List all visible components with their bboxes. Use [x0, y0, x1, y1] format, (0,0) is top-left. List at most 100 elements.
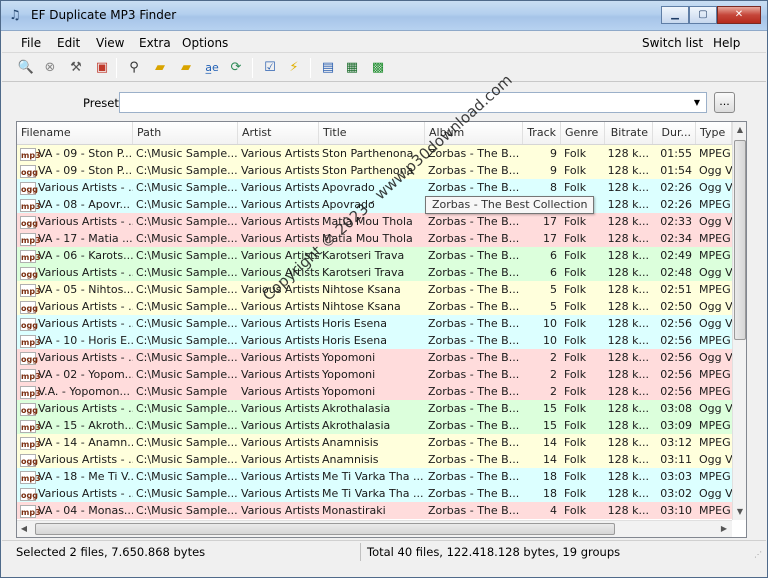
table-row[interactable]: mp3VA - 04 - Monas... C:\Music Sample... V… [17, 502, 732, 519]
column-header-path[interactable]: Path [133, 122, 238, 144]
cell-genre: Folk [564, 402, 587, 415]
menu-help[interactable]: Help [713, 36, 740, 50]
document-icon[interactable]: ▤ [318, 58, 338, 78]
search-icon[interactable]: 🔍 [16, 58, 36, 78]
hammer-icon[interactable]: ⚒ [66, 58, 86, 78]
table-row[interactable]: mp3VA - 02 - Yopom... C:\Music Sample... V… [17, 366, 732, 383]
table-row[interactable]: oggVA - 09 - Ston P... C:\Music Sample...… [17, 162, 732, 179]
column-header-bitrate[interactable]: Bitrate [605, 122, 653, 144]
table-row[interactable]: oggVarious Artists - ... C:\Music Sample.… [17, 213, 732, 230]
column-header-title[interactable]: Title [319, 122, 425, 144]
cell-album: Zorbas - The B... [428, 487, 520, 500]
filename-text: Various Artists - ... [38, 215, 133, 228]
scroll-thumb[interactable] [734, 140, 746, 340]
binoculars-icon[interactable]: ⚲ [124, 58, 144, 78]
table-row[interactable]: mp3V.A. - Yopomon... C:\Music Sample Vario… [17, 383, 732, 400]
lightning-icon[interactable]: ⚡ [284, 58, 304, 78]
ogg-file-icon: ogg [20, 300, 38, 314]
table-row[interactable]: oggVarious Artists - ... C:\Music Sample.… [17, 264, 732, 281]
cell-filename: mp3VA - 06 - Karots... [17, 247, 133, 264]
table-row[interactable]: mp3VA - 05 - Nihtos... C:\Music Sample...… [17, 281, 732, 298]
column-header-filename[interactable]: Filename [17, 122, 133, 144]
cell-path: C:\Music Sample... [136, 147, 238, 160]
menu-options[interactable]: Options [182, 36, 228, 50]
checklist-icon[interactable]: ☑ [260, 58, 280, 78]
close-button[interactable]: ✕ [717, 6, 761, 24]
cell-album: Zorbas - The B... [428, 266, 520, 279]
cell-duration: 01:54 [660, 164, 692, 177]
menu-switch-list[interactable]: Switch list [642, 36, 703, 50]
cell-duration: 02:26 [660, 198, 692, 211]
column-header-genre[interactable]: Genre [561, 122, 605, 144]
filename-text: VA - 15 - Akroth... [38, 419, 133, 432]
cell-duration: 03:09 [660, 419, 692, 432]
scroll-right-icon[interactable]: ▶ [717, 521, 731, 537]
cell-duration: 02:50 [660, 300, 692, 313]
scroll-thumb[interactable] [35, 523, 615, 535]
cell-type: MPEG [699, 419, 731, 432]
scroll-left-icon[interactable]: ◀ [17, 521, 31, 537]
cell-duration: 03:10 [660, 504, 692, 517]
horizontal-scrollbar[interactable]: ◀ ▶ [17, 520, 732, 537]
save-icon[interactable]: ▩ [368, 58, 388, 78]
cell-album: Zorbas - The B... [428, 164, 520, 177]
folder-add-icon[interactable]: ▰ [176, 58, 196, 78]
cell-album: Zorbas - The B... [428, 181, 520, 194]
ogg-file-icon: ogg [20, 351, 38, 365]
export-icon[interactable]: ▦ [342, 58, 362, 78]
title-bar[interactable]: ♫ EF Duplicate MP3 Finder ▁ ▢ ✕ [1, 1, 767, 31]
cell-album: Zorbas - The B... [428, 470, 520, 483]
table-row[interactable]: oggVarious Artists - ... C:\Music Sample.… [17, 485, 732, 502]
table-row[interactable]: mp3VA - 14 - Anamn... C:\Music Sample... V… [17, 434, 732, 451]
resize-grip-icon[interactable]: ⋰ [754, 550, 764, 560]
vertical-scrollbar[interactable]: ▲ ▼ [732, 122, 746, 520]
chevron-down-icon[interactable]: ▼ [690, 95, 704, 110]
table-row[interactable]: oggVarious Artists - ... C:\Music Sample.… [17, 400, 732, 417]
cell-type: MPEG [699, 232, 731, 245]
table-row[interactable]: oggVarious Artists - ... C:\Music Sample.… [17, 298, 732, 315]
preset-select[interactable]: ▼ [119, 92, 707, 113]
cell-album: Zorbas - The B... [428, 504, 520, 517]
folder-open-icon[interactable]: ▰ [150, 58, 170, 78]
cell-genre: Folk [564, 351, 587, 364]
column-header-track[interactable]: Track [523, 122, 561, 144]
scroll-up-icon[interactable]: ▲ [733, 122, 746, 138]
scroll-down-icon[interactable]: ▼ [733, 504, 746, 520]
cell-title: Yopomoni [322, 385, 376, 398]
preset-label: Preset [83, 96, 119, 110]
stop-icon[interactable]: ⊗ [40, 58, 60, 78]
menu-file[interactable]: File [21, 36, 41, 50]
table-row[interactable]: mp3VA - 18 - Me Ti V... C:\Music Sample..… [17, 468, 732, 485]
maximize-button[interactable]: ▢ [689, 6, 717, 24]
cell-path: C:\Music Sample... [136, 504, 238, 517]
menu-edit[interactable]: Edit [57, 36, 80, 50]
menu-extra[interactable]: Extra [139, 36, 171, 50]
table-row[interactable]: mp3VA - 10 - Horis E... C:\Music Sample..… [17, 332, 732, 349]
cell-title: Akrothalasia [322, 402, 391, 415]
table-row[interactable]: oggVarious Artists - ... C:\Music Sample.… [17, 451, 732, 468]
minimize-button[interactable]: ▁ [661, 6, 689, 24]
table-row[interactable]: mp3VA - 17 - Matia ... C:\Music Sample...… [17, 230, 732, 247]
preset-browse-button[interactable]: ... [714, 92, 735, 113]
cell-album: Zorbas - The B... [428, 317, 520, 330]
mp3-file-icon: mp3 [20, 385, 41, 399]
table-row[interactable]: mp3VA - 06 - Karots... C:\Music Sample...… [17, 247, 732, 264]
table-row[interactable]: mp3VA - 09 - Ston P... C:\Music Sample...… [17, 145, 732, 162]
table-row[interactable]: oggVarious Artists - ... C:\Music Sample.… [17, 349, 732, 366]
menu-view[interactable]: View [96, 36, 124, 50]
table-row[interactable]: oggVarious Artists - ... C:\Music Sample.… [17, 315, 732, 332]
cell-track: 18 [543, 487, 557, 500]
file-clear-icon[interactable]: ▣ [92, 58, 112, 78]
spell-check-icon[interactable]: a̲e [202, 58, 222, 78]
column-header-type[interactable]: Type [696, 122, 732, 144]
cell-bitrate: 128 k... [607, 147, 649, 160]
cell-duration: 02:34 [660, 232, 692, 245]
column-header-duration[interactable]: Dur... [653, 122, 696, 144]
cell-artist: Various Artists [241, 368, 319, 381]
toolbar-separator [310, 58, 311, 78]
refresh-icon[interactable]: ⟳ [226, 58, 246, 78]
cell-type: MPEG [699, 147, 731, 160]
cell-duration: 02:26 [660, 181, 692, 194]
column-header-artist[interactable]: Artist [238, 122, 319, 144]
table-row[interactable]: mp3VA - 15 - Akroth... C:\Music Sample...… [17, 417, 732, 434]
